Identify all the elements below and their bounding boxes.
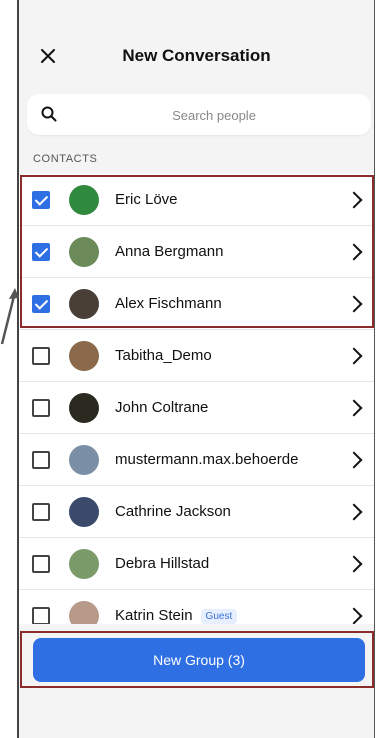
chevron-right-icon[interactable] — [345, 555, 363, 572]
pointer-arrow-icon — [0, 288, 19, 345]
contact-row[interactable]: Alex Fischmann — [19, 278, 374, 330]
chevron-right-icon[interactable] — [345, 243, 363, 260]
contact-name: Katrin Stein Guest — [115, 607, 238, 624]
contact-checkbox[interactable] — [32, 606, 50, 625]
page-title: New Conversation — [122, 46, 271, 65]
chevron-right-icon[interactable] — [345, 607, 363, 624]
avatar — [69, 184, 99, 215]
chevron-right-icon[interactable] — [345, 451, 363, 468]
contact-row[interactable]: John Coltrane — [19, 382, 374, 434]
contact-checkbox[interactable] — [32, 294, 50, 313]
search-input[interactable] — [67, 94, 361, 137]
contact-name-text: Katrin Stein — [115, 607, 193, 624]
avatar — [69, 392, 99, 423]
contact-name: Eric Löve — [115, 191, 178, 208]
contact-name: Anna Bergmann — [115, 243, 224, 260]
avatar — [69, 236, 99, 267]
contact-checkbox[interactable] — [32, 190, 50, 209]
contact-checkbox[interactable] — [32, 242, 50, 261]
contact-name: Alex Fischmann — [115, 295, 222, 312]
contact-name: Tabitha_Demo — [115, 347, 212, 364]
chevron-right-icon[interactable] — [345, 399, 363, 416]
contact-name: Cathrine Jackson — [115, 503, 231, 520]
chevron-right-icon[interactable] — [345, 191, 363, 208]
section-label: CONTACTS — [33, 153, 98, 165]
avatar — [69, 340, 99, 371]
avatar — [69, 288, 99, 319]
contact-checkbox[interactable] — [32, 450, 50, 469]
search-icon — [41, 106, 57, 127]
contact-row[interactable]: Cathrine Jackson — [19, 486, 374, 538]
contact-name: John Coltrane — [115, 399, 209, 416]
contact-row[interactable]: Eric Löve — [19, 174, 374, 226]
contact-checkbox[interactable] — [32, 398, 50, 417]
contact-checkbox[interactable] — [32, 502, 50, 521]
contact-row[interactable]: mustermann.max.behoerde — [19, 434, 374, 486]
contact-checkbox[interactable] — [32, 554, 50, 573]
avatar — [69, 548, 99, 579]
chevron-right-icon[interactable] — [345, 503, 363, 520]
new-group-button[interactable]: New Group (3) — [33, 638, 365, 682]
search-bar[interactable] — [27, 94, 371, 137]
guest-badge: Guest — [200, 608, 238, 624]
contact-row[interactable]: Tabitha_Demo — [19, 330, 374, 382]
footer: New Group (3) — [19, 624, 374, 738]
contact-list: Eric Löve Anna Bergmann Alex Fischmann T… — [19, 174, 374, 642]
contact-row[interactable]: Debra Hillstad — [19, 538, 374, 590]
chevron-right-icon[interactable] — [345, 295, 363, 312]
contact-checkbox[interactable] — [32, 346, 50, 365]
contact-name: Debra Hillstad — [115, 555, 210, 572]
phone-screen: New Conversation CONTACTS Eric Löve Anna… — [17, 0, 375, 738]
contact-name: mustermann.max.behoerde — [115, 451, 299, 468]
contact-row[interactable]: Anna Bergmann — [19, 226, 374, 278]
avatar — [69, 496, 99, 527]
chevron-right-icon[interactable] — [345, 347, 363, 364]
avatar — [69, 444, 99, 475]
